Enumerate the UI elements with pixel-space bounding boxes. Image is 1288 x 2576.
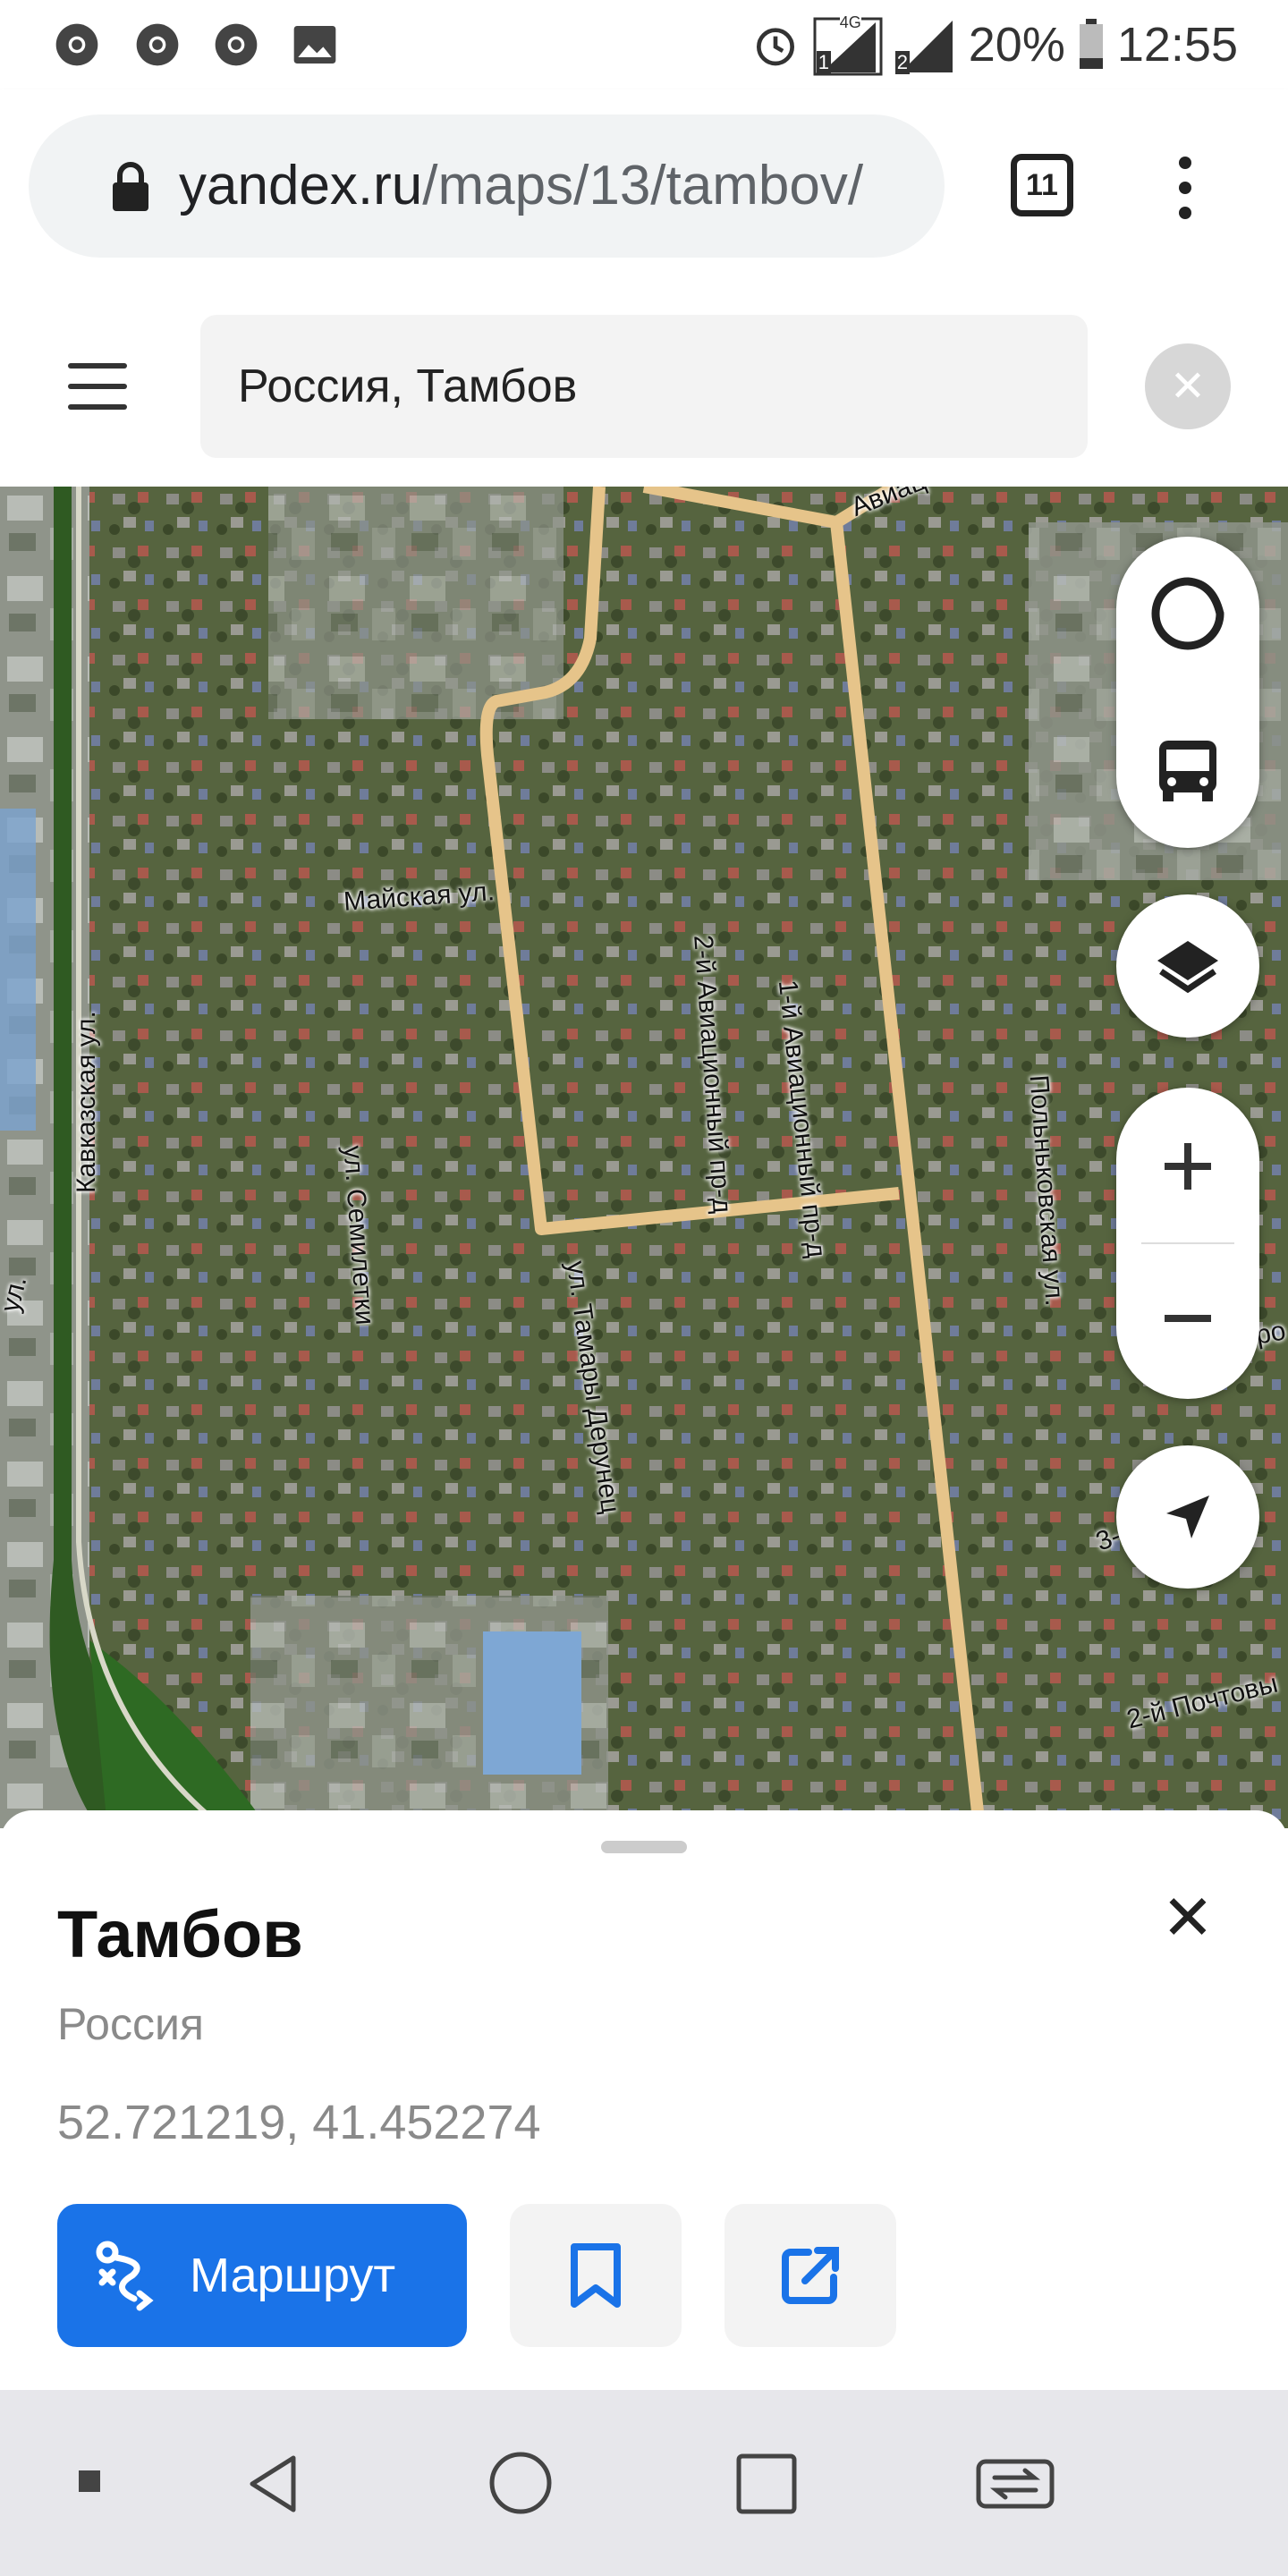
layers-button[interactable] [1116, 894, 1259, 1038]
tabs-button[interactable]: 11 [1011, 154, 1073, 216]
share-button[interactable] [724, 2204, 896, 2347]
chrome-icon [136, 23, 179, 66]
my-location-button[interactable] [1116, 1445, 1259, 1589]
bookmark-icon [571, 2243, 621, 2308]
zoom-divider [1141, 1242, 1234, 1244]
hamburger-menu-icon[interactable] [64, 361, 136, 411]
alice-icon[interactable] [1148, 574, 1227, 653]
place-title: Тамбов [57, 1897, 303, 1971]
drag-handle[interactable] [601, 1841, 687, 1853]
signal-sim2-icon: 2 [894, 13, 956, 76]
chrome-icon [55, 23, 98, 66]
satellite-map[interactable]: Авиац Майская ул. Кавказская ул. ул. Сем… [0, 487, 1288, 1828]
switch-apps-icon[interactable] [975, 2454, 1055, 2513]
place-coordinates: 52.721219, 41.452274 [57, 2096, 541, 2149]
url-path: /maps/13/tambov/ [422, 155, 864, 216]
transport-icon[interactable] [1152, 735, 1224, 807]
route-button[interactable]: Маршрут [57, 2204, 467, 2347]
search-value: Россия, Тамбов [238, 360, 578, 412]
recents-icon[interactable] [735, 2453, 798, 2515]
zoom-out-icon[interactable] [1159, 1290, 1216, 1347]
tab-count: 11 [1026, 167, 1058, 202]
close-icon: ✕ [1169, 363, 1207, 411]
browser-toolbar: yandex.ru/maps/13/tambov/ 11 [0, 89, 1288, 286]
url-text: yandex.ru/maps/13/tambov/ [179, 154, 863, 217]
url-bar[interactable]: yandex.ru/maps/13/tambov/ [29, 114, 945, 258]
battery-percent: 20% [968, 18, 1065, 72]
close-card-button[interactable]: ✕ [1154, 1884, 1222, 1952]
map-imagery [0, 487, 1288, 1828]
chrome-icon [215, 23, 258, 66]
image-icon [293, 26, 336, 64]
zoom-controls [1116, 1088, 1259, 1399]
sim1-label: 1 [816, 51, 832, 74]
status-right: 4G 1 2 20% 12:55 [750, 11, 1238, 79]
sim2-label: 2 [894, 51, 911, 74]
route-button-label: Маршрут [190, 2249, 396, 2302]
maps-header: Россия, Тамбов ✕ [0, 286, 1288, 487]
place-card: ✕ Тамбов Россия 52.721219, 41.452274 Мар… [0, 1810, 1288, 2390]
search-input[interactable]: Россия, Тамбов [200, 315, 1088, 458]
location-icon [1166, 1496, 1209, 1538]
more-menu-icon[interactable] [1163, 143, 1208, 233]
route-icon [96, 2241, 154, 2311]
share-icon [782, 2247, 839, 2304]
alarm-icon [756, 28, 794, 66]
clock: 12:55 [1116, 18, 1238, 72]
dot-icon[interactable] [79, 2470, 104, 2496]
layers-icon [1157, 941, 1218, 994]
system-nav-bar [0, 2390, 1288, 2576]
url-domain: yandex.ru [179, 155, 423, 216]
clear-search-button[interactable]: ✕ [1145, 343, 1231, 429]
network-label: 4G [839, 13, 861, 32]
bookmark-button[interactable] [510, 2204, 682, 2347]
close-icon: ✕ [1161, 1883, 1215, 1953]
status-bar: 4G 1 2 20% 12:55 [0, 0, 1288, 89]
back-icon[interactable] [242, 2453, 304, 2515]
signal-sim1-icon: 4G 1 [813, 13, 883, 76]
battery-icon [1079, 19, 1103, 69]
alice-transport-group [1116, 537, 1259, 848]
home-icon[interactable] [488, 2451, 553, 2515]
zoom-in-icon[interactable] [1159, 1138, 1216, 1195]
street-label: Кавказская ул. [72, 1011, 101, 1193]
place-subtitle: Россия [57, 1999, 204, 2049]
lock-icon [113, 162, 148, 211]
